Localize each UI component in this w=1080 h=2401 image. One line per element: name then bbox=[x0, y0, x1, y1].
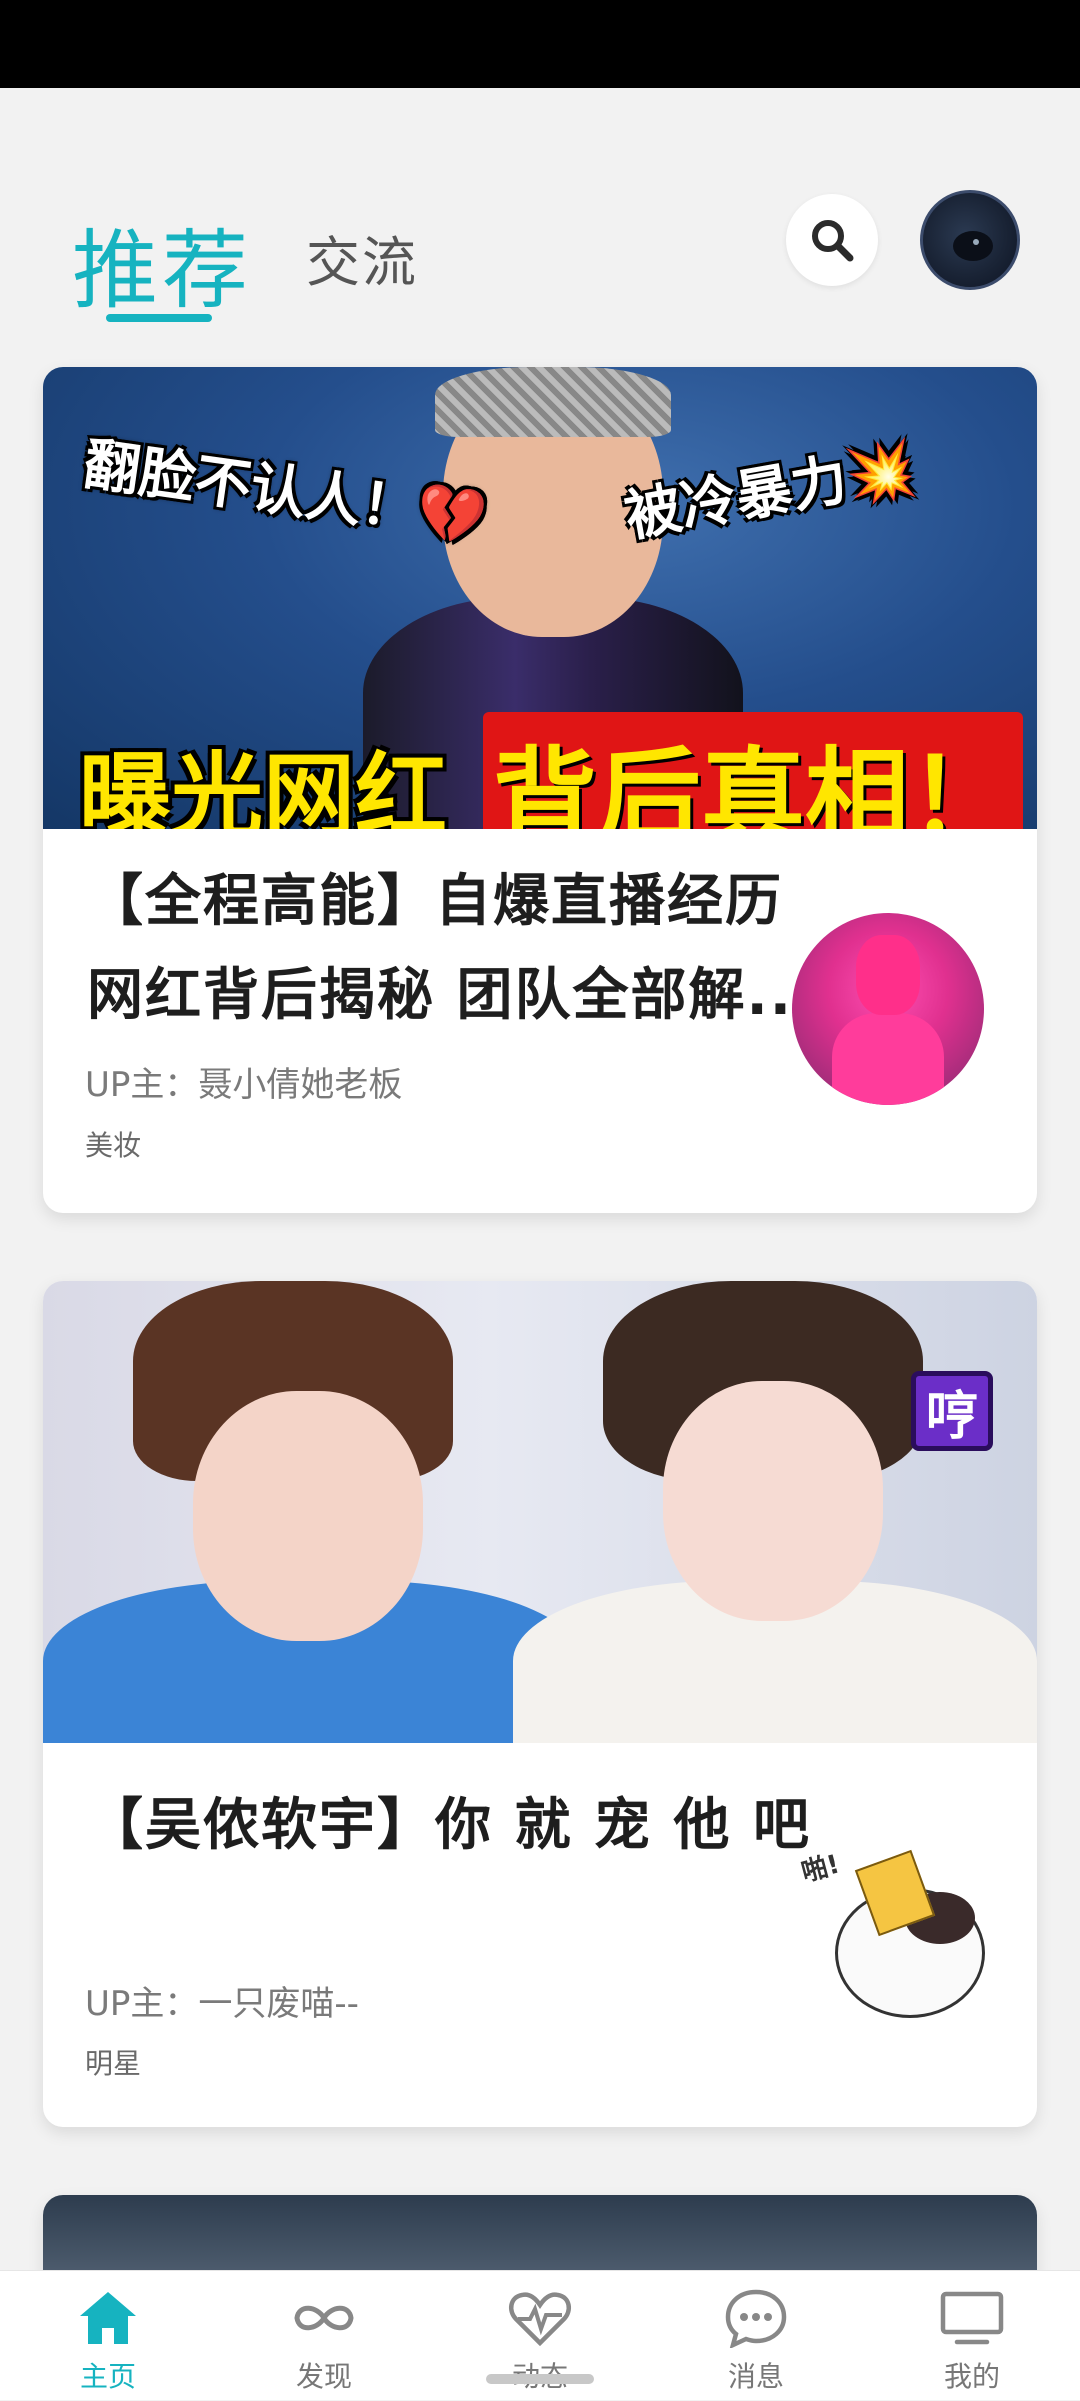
video-card[interactable]: 哼 【吴侬软宇】你 就 宠 他 吧 啪! UP主：一只废喵-- 明星 bbox=[43, 1281, 1037, 2127]
thumbnail-person-face bbox=[193, 1391, 423, 1641]
infinity-icon bbox=[289, 2285, 359, 2351]
search-button[interactable] bbox=[786, 194, 878, 286]
home-icon bbox=[73, 2285, 143, 2351]
nav-label: 我的 bbox=[943, 2360, 1000, 2393]
status-bar bbox=[0, 0, 1080, 88]
tab-community[interactable]: 交流 bbox=[306, 218, 418, 297]
video-title[interactable]: 【吴侬软宇】你 就 宠 他 吧 bbox=[87, 1779, 847, 1873]
category-tag[interactable]: 美妆 bbox=[85, 1124, 141, 1164]
gesture-bar[interactable] bbox=[486, 2374, 594, 2384]
video-title-line: 【吴侬软宇】你 就 宠 他 吧 bbox=[87, 1793, 811, 1858]
cat-sticker-text: 啪! bbox=[798, 1849, 843, 1889]
tab-recommend[interactable]: 推荐 bbox=[72, 200, 252, 325]
message-icon bbox=[721, 2285, 791, 2351]
uploader-figure-body bbox=[832, 1013, 944, 1105]
uploader-avatar[interactable] bbox=[792, 913, 984, 1105]
thumbnail-sticker: 哼 bbox=[911, 1371, 993, 1451]
video-thumbnail[interactable]: 哼 bbox=[43, 1281, 1037, 1743]
nav-item-discover[interactable]: 发现 bbox=[216, 2271, 432, 2401]
header: 推荐 交流 bbox=[0, 88, 1080, 360]
uploader-name[interactable]: UP主：聂小倩她老板 bbox=[85, 1057, 402, 1106]
uploader-figure-hair bbox=[856, 935, 920, 1015]
video-title-line: 【全程高能】自爆直播经历 bbox=[87, 869, 783, 934]
avatar-bird-image bbox=[953, 231, 993, 261]
avatar-bird-eye bbox=[973, 239, 979, 245]
tv-icon bbox=[937, 2285, 1007, 2351]
thumbnail-caption: 曝光网红 bbox=[79, 743, 448, 829]
nav-item-messages[interactable]: 消息 bbox=[648, 2271, 864, 2401]
video-title[interactable]: 【全程高能】自爆直播经历 网红背后揭秘 团队全部解... bbox=[87, 855, 847, 1043]
user-avatar[interactable] bbox=[920, 190, 1020, 290]
nav-item-home[interactable]: 主页 bbox=[0, 2271, 216, 2401]
category-tag[interactable]: 明星 bbox=[85, 2042, 141, 2082]
thumbnail-caption: 背后真相！ bbox=[483, 712, 1024, 829]
nav-label: 消息 bbox=[727, 2360, 784, 2393]
uploader-name[interactable]: UP主：一只废喵-- bbox=[85, 1976, 359, 2025]
cat-sticker-image: 啪! bbox=[795, 1848, 1025, 2028]
heartbeat-icon bbox=[505, 2285, 575, 2351]
nav-label: 发现 bbox=[295, 2360, 352, 2393]
search-icon bbox=[812, 220, 854, 262]
thumbnail-person-face bbox=[663, 1381, 883, 1621]
video-card[interactable]: 翻脸不认人！💔 被冷暴力💥 曝光网红 背后真相！ 【全程高能】自爆直播经历 网红… bbox=[43, 367, 1037, 1213]
tab-active-indicator bbox=[106, 314, 212, 322]
video-title-line: 网红背后揭秘 团队全部解... bbox=[87, 963, 817, 1028]
video-thumbnail[interactable]: 翻脸不认人！💔 被冷暴力💥 曝光网红 背后真相！ bbox=[43, 367, 1037, 829]
nav-item-profile[interactable]: 我的 bbox=[864, 2271, 1080, 2401]
nav-label: 主页 bbox=[79, 2360, 136, 2393]
thumbnail-person-cap bbox=[435, 367, 671, 437]
